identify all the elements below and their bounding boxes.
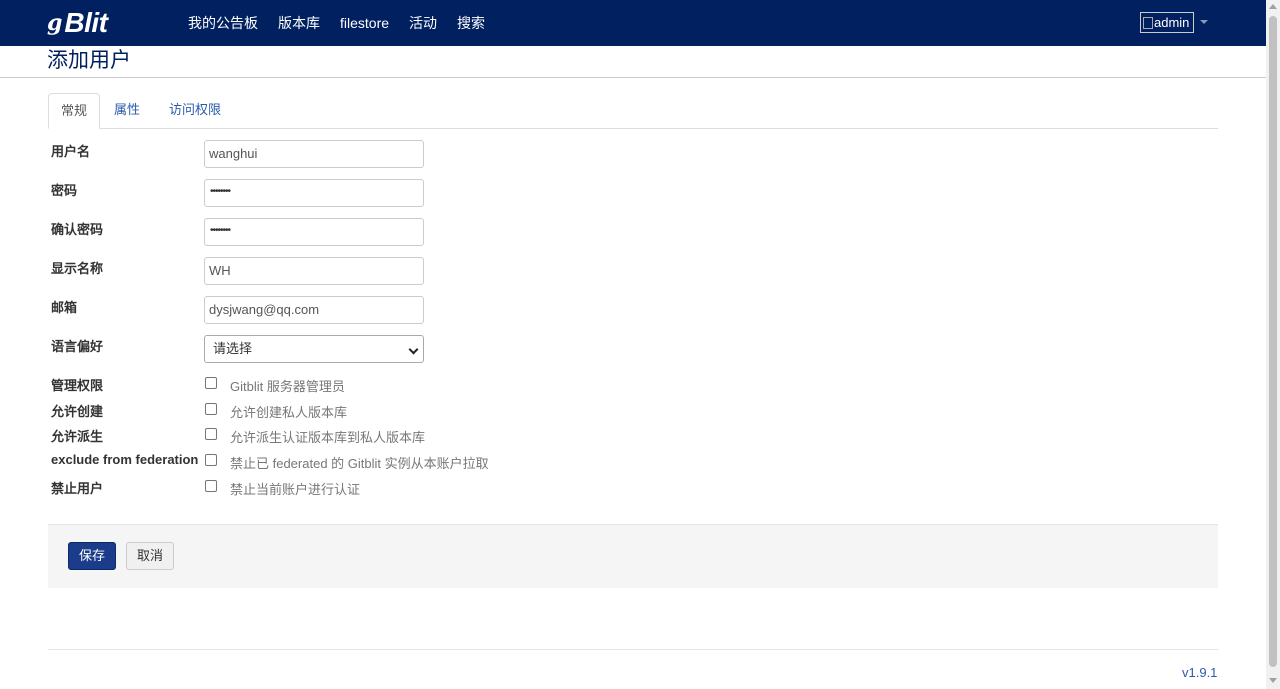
- nav-activity[interactable]: 活动: [399, 0, 447, 46]
- admin-label: 管理权限: [51, 378, 104, 393]
- display-name-label: 显示名称: [51, 261, 104, 276]
- can-fork-label: 允许派生: [51, 429, 104, 444]
- disable-user-description: 禁止当前账户进行认证: [230, 482, 361, 497]
- tab-access-permissions[interactable]: 访问权限: [157, 93, 233, 129]
- vertical-scrollbar[interactable]: [1266, 0, 1280, 689]
- exclude-federation-description: 禁止已 federated 的 Gitblit 实例从本账户拉取: [230, 456, 489, 471]
- top-navbar: g Blit 我的公告板 版本库 filestore 活动 搜索 admin: [0, 0, 1266, 46]
- tab-bar: 常规 属性 访问权限: [48, 93, 1218, 129]
- version-link[interactable]: v1.9.1: [1182, 665, 1217, 680]
- password-input[interactable]: ••••••••: [204, 179, 424, 207]
- username-label: 用户名: [51, 144, 91, 159]
- can-fork-checkbox[interactable]: [205, 428, 217, 440]
- confirm-password-input[interactable]: ••••••••: [204, 218, 424, 246]
- disable-user-label: 禁止用户: [51, 481, 104, 496]
- exclude-federation-checkbox[interactable]: [205, 454, 217, 466]
- scroll-thumb[interactable]: [1269, 16, 1277, 667]
- email-label: 邮箱: [51, 300, 78, 315]
- save-button[interactable]: 保存: [68, 542, 116, 570]
- tab-general[interactable]: 常规: [48, 93, 101, 129]
- disable-user-checkbox[interactable]: [205, 480, 217, 492]
- username-input[interactable]: wanghui: [204, 140, 424, 168]
- chevron-down-icon: [408, 344, 419, 355]
- scroll-down-arrow-icon[interactable]: [1269, 678, 1277, 683]
- can-fork-description: 允许派生认证版本库到私人版本库: [230, 430, 426, 445]
- caret-down-icon[interactable]: [1200, 20, 1208, 24]
- language-selected-value: 请选择: [213, 341, 253, 356]
- password-label: 密码: [51, 183, 78, 198]
- scroll-up-arrow-icon[interactable]: [1269, 4, 1277, 9]
- language-label: 语言偏好: [51, 339, 104, 354]
- brand-text: Blit: [64, 7, 108, 38]
- language-select[interactable]: 请选择: [204, 335, 424, 363]
- admin-description: Gitblit 服务器管理员: [230, 379, 345, 394]
- display-name-input[interactable]: WH: [204, 257, 424, 285]
- email-input[interactable]: dysjwang@qq.com: [204, 296, 424, 324]
- can-create-description: 允许创建私人版本库: [230, 405, 348, 420]
- tab-attributes[interactable]: 属性: [102, 93, 152, 129]
- nav-search[interactable]: 搜索: [447, 0, 495, 46]
- form-actions: 保存 取消: [48, 524, 1218, 588]
- footer-divider: [48, 649, 1218, 650]
- page-title: 添加用户: [47, 49, 131, 72]
- brand-mark: g: [47, 10, 63, 36]
- cancel-button[interactable]: 取消: [126, 542, 174, 570]
- broken-image-icon: [1143, 16, 1153, 29]
- admin-checkbox[interactable]: [205, 377, 217, 389]
- nav-repositories[interactable]: 版本库: [268, 0, 330, 46]
- main-nav: 我的公告板 版本库 filestore 活动 搜索: [178, 0, 495, 46]
- exclude-federation-label: exclude from federation: [51, 452, 199, 467]
- title-divider: [0, 77, 1266, 78]
- can-create-label: 允许创建: [51, 404, 104, 419]
- confirm-password-label: 确认密码: [51, 222, 104, 237]
- can-create-checkbox[interactable]: [205, 403, 217, 415]
- user-name: admin: [1154, 15, 1190, 30]
- user-avatar-menu[interactable]: admin: [1140, 12, 1194, 33]
- nav-filestore[interactable]: filestore: [330, 0, 399, 46]
- nav-dashboard[interactable]: 我的公告板: [178, 0, 268, 46]
- gitblit-logo[interactable]: g Blit: [47, 7, 108, 39]
